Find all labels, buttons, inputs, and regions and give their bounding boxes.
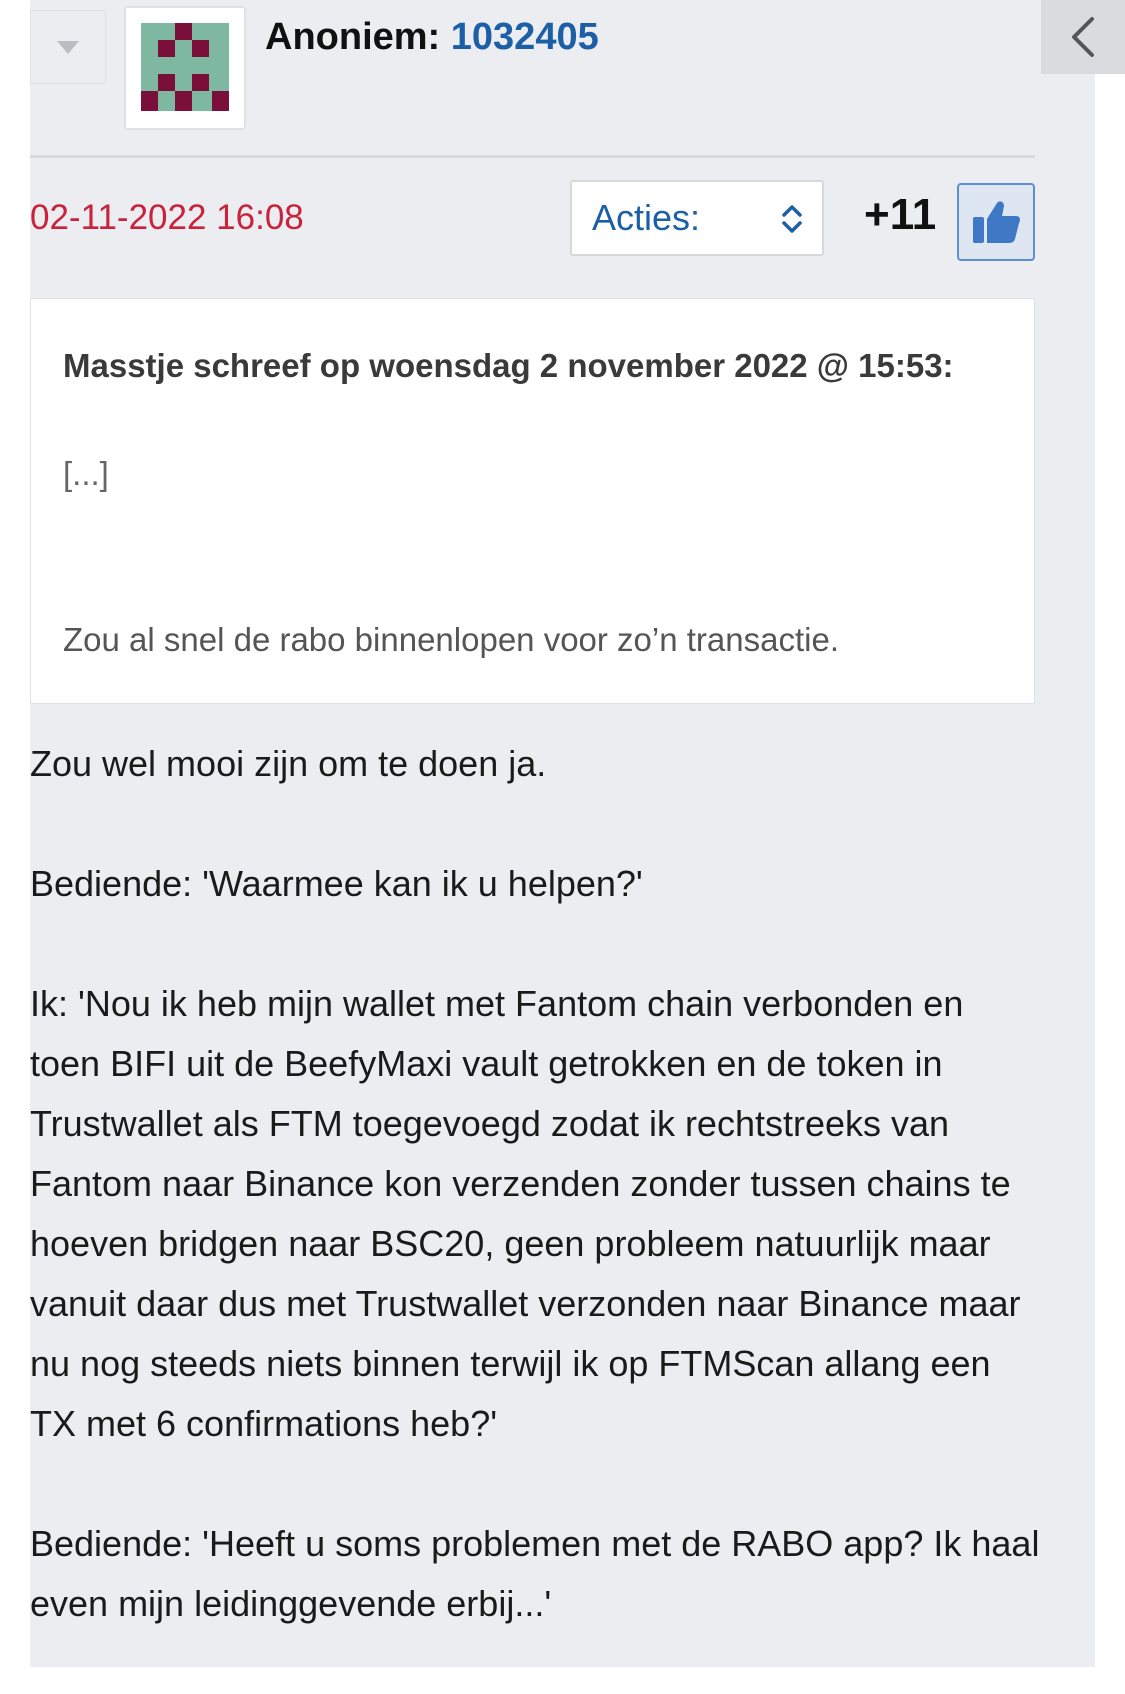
header-divider [30, 155, 1035, 158]
quote-block: Masstje schreef op woensdag 2 november 2… [30, 298, 1035, 704]
post-body: Zou wel mooi zijn om te doen ja. Bediend… [30, 734, 1040, 1694]
chevron-left-icon [1072, 17, 1094, 57]
up-down-chevron-icon [782, 205, 802, 233]
identicon-icon [141, 23, 229, 111]
post-date: 02-11-2022 16:08 [30, 198, 304, 237]
avatar[interactable] [124, 6, 246, 130]
triangle-down-icon [57, 40, 79, 54]
actions-select-label: Acties: [592, 197, 701, 238]
author-line: Anoniem: 1032405 [265, 16, 599, 59]
quote-text: Zou al snel de rabo binnenlopen voor zo’… [63, 621, 839, 658]
post-score: +11 [864, 190, 937, 239]
collapse-toggle-button[interactable] [30, 10, 106, 84]
author-id-link[interactable]: 1032405 [451, 16, 599, 58]
like-button[interactable] [957, 183, 1035, 261]
post-paragraph: Bediende: 'Waarmee kan ik u helpen?' [30, 863, 643, 904]
post-paragraph: Bediende: 'Heeft u soms problemen met de… [30, 1523, 1040, 1624]
author-label: Anoniem: [265, 16, 441, 58]
quote-header: Masstje schreef op woensdag 2 november 2… [63, 347, 954, 384]
post-paragraph: Ik: 'Nou ik heb mijn wallet met Fantom c… [30, 983, 1021, 1444]
actions-select[interactable]: Acties: [570, 180, 824, 256]
back-button[interactable] [1041, 0, 1125, 74]
post-paragraph: Zou wel mooi zijn om te doen ja. [30, 743, 547, 784]
quote-ellipsis[interactable]: [...] [63, 455, 109, 493]
thumbs-up-icon [973, 201, 1020, 243]
